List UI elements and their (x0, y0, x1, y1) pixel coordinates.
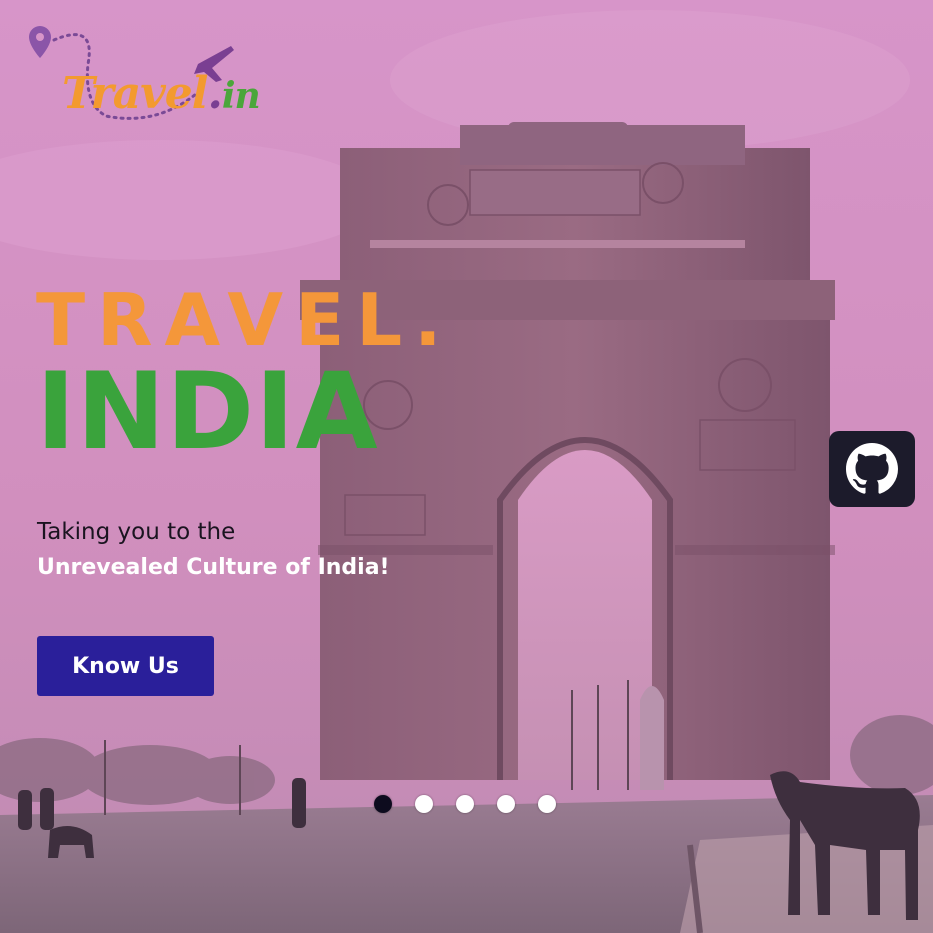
tagline-line1: Taking you to the (37, 519, 236, 545)
carousel-dot-4[interactable] (497, 795, 515, 813)
headline-travel: TRAVEL. (36, 278, 454, 362)
logo-wordmark: Travel.in (62, 68, 261, 119)
carousel-dot-5[interactable] (538, 795, 556, 813)
headline-india: INDIA (36, 350, 379, 473)
hero-section: Travel.in TRAVEL. INDIA Taking you to th… (0, 0, 933, 933)
carousel-dot-3[interactable] (456, 795, 474, 813)
github-icon (846, 443, 898, 494)
carousel-dot-2[interactable] (415, 795, 433, 813)
github-link-button[interactable] (829, 431, 915, 507)
know-us-button[interactable]: Know Us (37, 636, 214, 696)
hero-headline: TRAVEL. INDIA (36, 278, 454, 473)
travel-in-logo[interactable]: Travel.in (22, 20, 262, 130)
hero-tagline: Taking you to the Unrevealed Culture of … (37, 516, 390, 588)
carousel-dot-1[interactable] (374, 795, 392, 813)
tagline-line2: Unrevealed Culture of India! (37, 555, 390, 580)
carousel-indicators (374, 795, 556, 813)
